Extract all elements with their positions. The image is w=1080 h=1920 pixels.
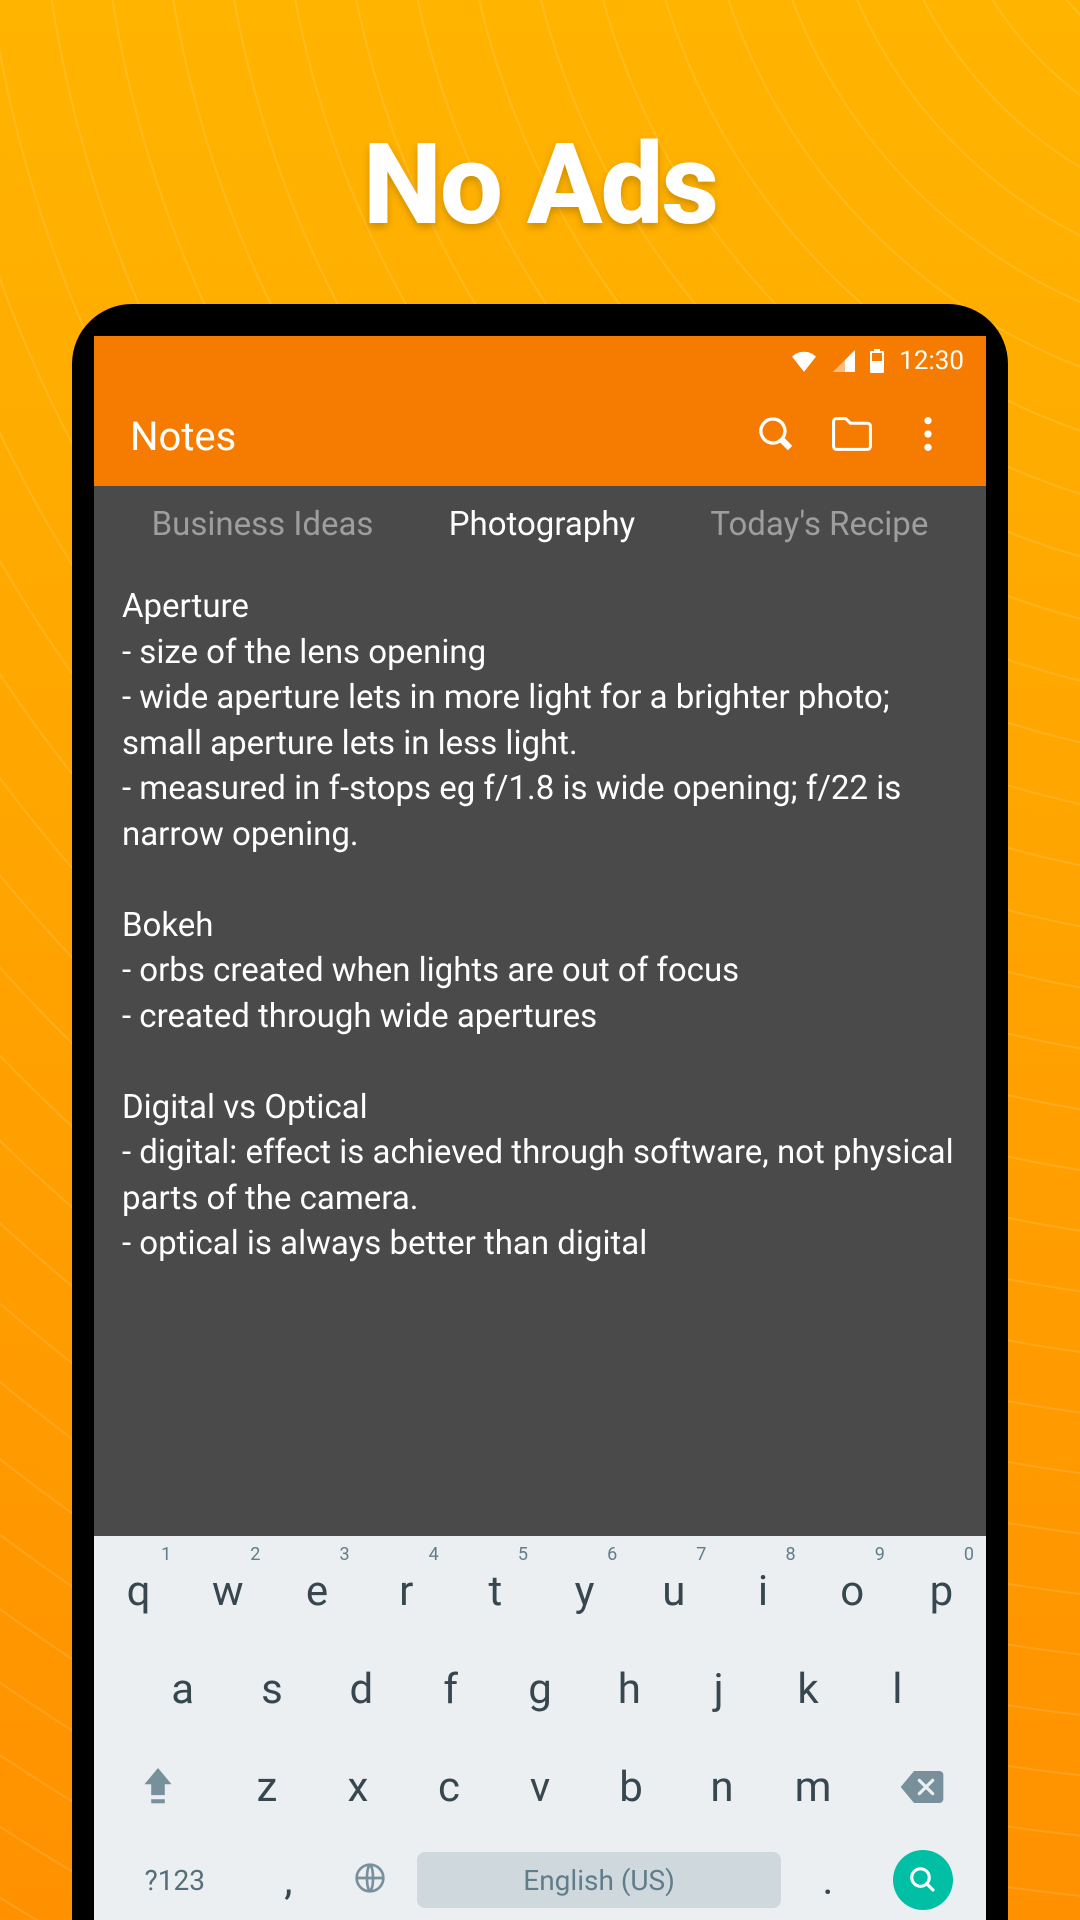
search-button[interactable]: [748, 408, 804, 464]
key-c[interactable]: c: [403, 1738, 494, 1836]
backspace-key[interactable]: [859, 1738, 986, 1836]
key-b[interactable]: b: [586, 1738, 677, 1836]
tab-photography[interactable]: Photography: [449, 505, 635, 544]
key-t[interactable]: t5: [451, 1542, 540, 1640]
more-vert-icon: [924, 417, 932, 455]
symbols-key[interactable]: ?123: [102, 1836, 248, 1920]
key-o[interactable]: o9: [808, 1542, 897, 1640]
keyboard-row-3: zxcvbnm: [94, 1738, 986, 1836]
key-hint: 1: [161, 1544, 171, 1565]
key-w[interactable]: w2: [183, 1542, 272, 1640]
key-s[interactable]: s: [227, 1640, 316, 1738]
note-tabs: Business Ideas Photography Today's Recip…: [94, 486, 986, 562]
key-h[interactable]: h: [585, 1640, 674, 1738]
key-hint: 7: [696, 1544, 706, 1565]
app-title: Notes: [130, 413, 728, 460]
wifi-icon: [791, 350, 817, 372]
key-f[interactable]: f: [406, 1640, 495, 1738]
key-hint: 9: [875, 1544, 885, 1565]
key-d[interactable]: d: [317, 1640, 406, 1738]
shift-icon: [141, 1768, 175, 1806]
key-hint: 2: [250, 1544, 260, 1565]
key-hint: 6: [607, 1544, 617, 1565]
key-g[interactable]: g: [495, 1640, 584, 1738]
key-q[interactable]: q1: [94, 1542, 183, 1640]
globe-icon: [354, 1856, 386, 1905]
keyboard-row-2: asdfghjkl: [94, 1640, 986, 1738]
key-a[interactable]: a: [138, 1640, 227, 1738]
period-key[interactable]: .: [787, 1836, 869, 1920]
key-u[interactable]: u7: [629, 1542, 718, 1640]
battery-icon: [869, 349, 885, 373]
key-n[interactable]: n: [677, 1738, 768, 1836]
key-z[interactable]: z: [221, 1738, 312, 1836]
key-i[interactable]: i8: [718, 1542, 807, 1640]
phone-screen: 12:30 Notes Business Ideas Phot: [94, 336, 986, 1920]
key-hint: 5: [518, 1544, 528, 1565]
note-editor[interactable]: Aperture - size of the lens opening - wi…: [94, 562, 986, 1536]
shift-key[interactable]: [94, 1738, 221, 1836]
phone-frame: 12:30 Notes Business Ideas Phot: [72, 304, 1008, 1920]
enter-key[interactable]: [869, 1836, 978, 1920]
key-y[interactable]: y6: [540, 1542, 629, 1640]
app-bar: Notes: [94, 386, 986, 486]
search-icon: [758, 416, 794, 456]
more-button[interactable]: [900, 408, 956, 464]
key-j[interactable]: j: [674, 1640, 763, 1738]
key-p[interactable]: p0: [897, 1542, 986, 1640]
key-k[interactable]: k: [763, 1640, 852, 1738]
key-m[interactable]: m: [768, 1738, 859, 1836]
folder-button[interactable]: [824, 408, 880, 464]
key-hint: 8: [785, 1544, 795, 1565]
tab-todays-recipe[interactable]: Today's Recipe: [710, 505, 928, 544]
key-x[interactable]: x: [312, 1738, 403, 1836]
keyboard-row-1: q1w2e3r4t5y6u7i8o9p0: [94, 1542, 986, 1640]
backspace-icon: [900, 1771, 944, 1803]
spacebar[interactable]: English (US): [417, 1852, 781, 1908]
key-r[interactable]: r4: [362, 1542, 451, 1640]
cellular-signal-icon: [831, 350, 855, 372]
soft-keyboard: q1w2e3r4t5y6u7i8o9p0 asdfghjkl zxcvbnm ?…: [94, 1536, 986, 1920]
promo-title: No Ads: [0, 120, 1080, 251]
key-v[interactable]: v: [494, 1738, 585, 1836]
language-key[interactable]: [329, 1836, 411, 1920]
keyboard-row-4: ?123 , English (US) .: [94, 1836, 986, 1920]
comma-key[interactable]: ,: [248, 1836, 330, 1920]
key-hint: 4: [429, 1544, 439, 1565]
key-e[interactable]: e3: [272, 1542, 361, 1640]
key-l[interactable]: l: [853, 1640, 942, 1738]
key-hint: 0: [964, 1544, 974, 1565]
key-hint: 3: [339, 1544, 349, 1565]
tab-business-ideas[interactable]: Business Ideas: [152, 505, 374, 544]
status-time: 12:30: [899, 346, 964, 376]
enter-search-icon: [893, 1850, 953, 1910]
folder-icon: [832, 416, 872, 456]
status-bar: 12:30: [94, 336, 986, 386]
